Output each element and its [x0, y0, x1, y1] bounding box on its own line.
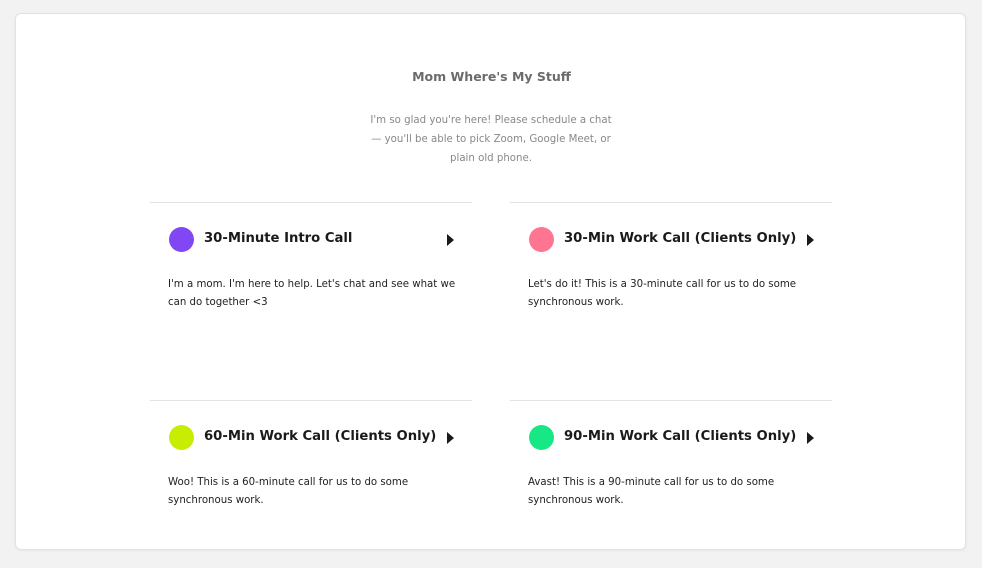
- event-color-dot: [169, 425, 194, 450]
- event-type-name: 30-Min Work Call (Clients Only): [564, 231, 797, 246]
- scheduling-page-card: Mom Where's My Stuff I'm so glad you're …: [15, 13, 966, 550]
- caret-right-icon[interactable]: [807, 432, 814, 444]
- event-type-60-min-work-call[interactable]: 60-Min Work Call (Clients Only) Woo! Thi…: [150, 400, 472, 550]
- event-color-dot: [169, 227, 194, 252]
- event-type-30-min-work-call[interactable]: 30-Min Work Call (Clients Only) Let's do…: [510, 202, 832, 352]
- event-type-30-minute-intro-call[interactable]: 30-Minute Intro Call I'm a mom. I'm here…: [150, 202, 472, 352]
- event-type-name: 90-Min Work Call (Clients Only): [564, 429, 797, 444]
- event-type-description: Let's do it! This is a 30-minute call fo…: [528, 279, 797, 308]
- event-type-name: 60-Min Work Call (Clients Only): [204, 429, 437, 444]
- event-type-description: I'm a mom. I'm here to help. Let's chat …: [168, 279, 456, 308]
- event-type-description: Woo! This is a 60-minute call for us to …: [168, 477, 409, 506]
- page-title: Mom Where's My Stuff: [412, 69, 571, 84]
- event-type-90-min-work-call[interactable]: 90-Min Work Call (Clients Only) Avast! T…: [510, 400, 832, 550]
- event-type-description: Avast! This is a 90-minute call for us t…: [528, 477, 775, 506]
- caret-right-icon[interactable]: [447, 234, 454, 246]
- caret-right-icon[interactable]: [447, 432, 454, 444]
- page-welcome-message: I'm so glad you're here! Please schedule…: [370, 115, 612, 164]
- event-color-dot: [529, 425, 554, 450]
- event-type-name: 30-Minute Intro Call: [204, 231, 353, 246]
- event-color-dot: [529, 227, 554, 252]
- caret-right-icon[interactable]: [807, 234, 814, 246]
